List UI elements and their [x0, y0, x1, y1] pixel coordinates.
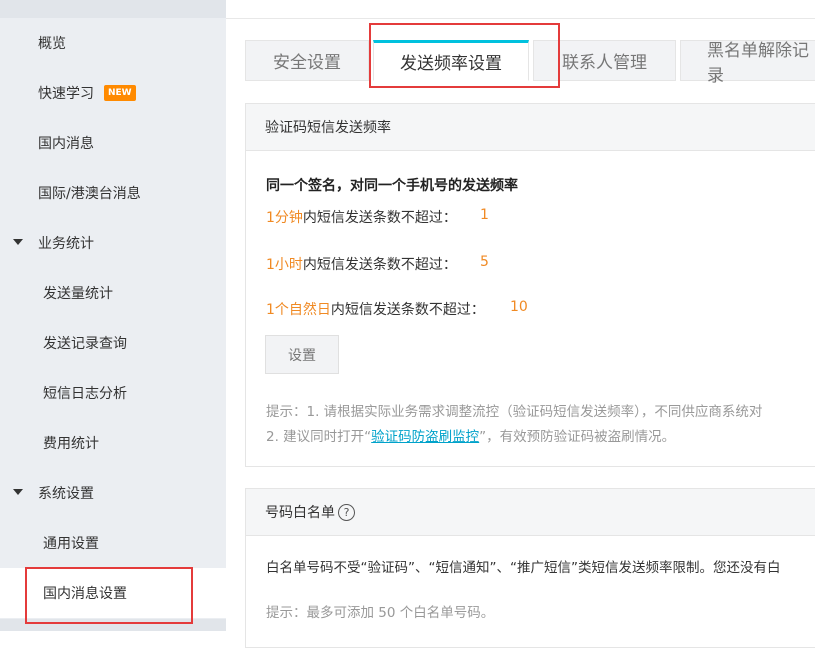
- panel-title: 验证码短信发送频率: [265, 120, 391, 136]
- frequency-row-hour: 1小时内短信发送条数不超过：: [266, 254, 457, 274]
- frequency-tip-2: 2. 建议同时打开“验证码防盗刷监控”，有效预防验证码被盗刷情况。: [266, 425, 675, 445]
- frequency-tip-1: 提示：1. 请根据实际业务需求调整流控（验证码短信发送频率），不同供应商系统对: [266, 404, 763, 420]
- period-label: 1小时: [266, 257, 303, 273]
- tip-text: ”，有效预防验证码被盗刷情况。: [479, 429, 676, 445]
- sidebar-item-send-volume-stats[interactable]: 发送量统计: [0, 268, 226, 318]
- limit-text: 内短信发送条数不超过：: [330, 302, 485, 318]
- sidebar-item-label: 快速学习: [38, 86, 94, 102]
- panel-header: 号码白名单 ?: [246, 489, 815, 536]
- button-label: 设置: [288, 347, 316, 364]
- sidebar-item-international-messages[interactable]: 国际/港澳台消息: [0, 168, 226, 218]
- sidebar-item-label: 通用设置: [43, 536, 99, 552]
- panel-title: 号码白名单: [265, 505, 335, 521]
- period-label: 1分钟: [266, 210, 303, 226]
- limit-value-day: 10: [510, 299, 528, 315]
- help-icon[interactable]: ?: [338, 503, 355, 521]
- frequency-heading: 同一个签名，对同一个手机号的发送频率: [266, 178, 518, 194]
- limit-value-minute: 1: [480, 207, 489, 223]
- whitelist-description: 白名单号码不受“验证码”、“短信通知”、“推广短信”类短信发送频率限制。您还没有…: [266, 560, 781, 576]
- sidebar-item-label: 系统设置: [38, 486, 94, 502]
- sidebar-item-domestic-messages[interactable]: 国内消息: [0, 118, 226, 168]
- whitelist-tip: 提示：最多可添加 50 个白名单号码。: [266, 605, 495, 621]
- new-badge: NEW: [104, 85, 136, 101]
- frequency-row-minute: 1分钟内短信发送条数不超过：: [266, 207, 457, 227]
- tab-label: 安全设置: [273, 53, 341, 73]
- caret-down-icon: [13, 239, 23, 245]
- sidebar-top-strip: [0, 0, 226, 18]
- highlight-box-tab: [369, 23, 560, 88]
- frequency-row-day: 1个自然日内短信发送条数不超过：: [266, 299, 485, 319]
- sidebar: 概览 快速学习 NEW 国内消息 国际/港澳台消息 业务统计 发送量统计 发送记…: [0, 0, 226, 631]
- sidebar-item-sms-log-analysis[interactable]: 短信日志分析: [0, 368, 226, 418]
- panel-header: 验证码短信发送频率: [246, 104, 815, 151]
- tab-label: 联系人管理: [562, 53, 647, 73]
- tip-text: 2. 建议同时打开“: [266, 429, 372, 445]
- sidebar-item-label: 业务统计: [38, 236, 94, 252]
- sidebar-item-label: 短信日志分析: [43, 386, 127, 402]
- caret-down-icon: [13, 489, 23, 495]
- anti-fraud-monitor-link[interactable]: 验证码防盗刷监控: [371, 429, 479, 445]
- sidebar-item-send-record-query[interactable]: 发送记录查询: [0, 318, 226, 368]
- sidebar-group-system-settings[interactable]: 系统设置: [0, 468, 226, 518]
- sidebar-item-label: 概览: [38, 36, 66, 52]
- sidebar-item-label: 发送量统计: [43, 286, 113, 302]
- highlight-box-sidebar: [25, 567, 193, 624]
- limit-text: 内短信发送条数不超过：: [302, 210, 457, 226]
- header-divider: [226, 18, 815, 19]
- sidebar-item-label: 国内消息: [38, 136, 94, 152]
- sidebar-item-label: 发送记录查询: [43, 336, 127, 352]
- sidebar-item-overview[interactable]: 概览: [0, 18, 226, 68]
- sidebar-item-label: 费用统计: [43, 436, 99, 452]
- limit-value-hour: 5: [480, 254, 489, 270]
- tab-blacklist-removal-records[interactable]: 黑名单解除记录: [680, 40, 815, 86]
- tab-security-settings[interactable]: 安全设置: [245, 40, 369, 81]
- set-frequency-button[interactable]: 设置: [265, 335, 339, 374]
- sidebar-item-general-settings[interactable]: 通用设置: [0, 518, 226, 568]
- sidebar-group-business-stats[interactable]: 业务统计: [0, 218, 226, 268]
- sidebar-item-quick-learn[interactable]: 快速学习 NEW: [0, 68, 226, 118]
- tab-label: 黑名单解除记录: [707, 40, 809, 86]
- sidebar-item-cost-stats[interactable]: 费用统计: [0, 418, 226, 468]
- period-label: 1个自然日: [266, 302, 331, 318]
- sidebar-item-label: 国际/港澳台消息: [38, 186, 141, 202]
- limit-text: 内短信发送条数不超过：: [302, 257, 457, 273]
